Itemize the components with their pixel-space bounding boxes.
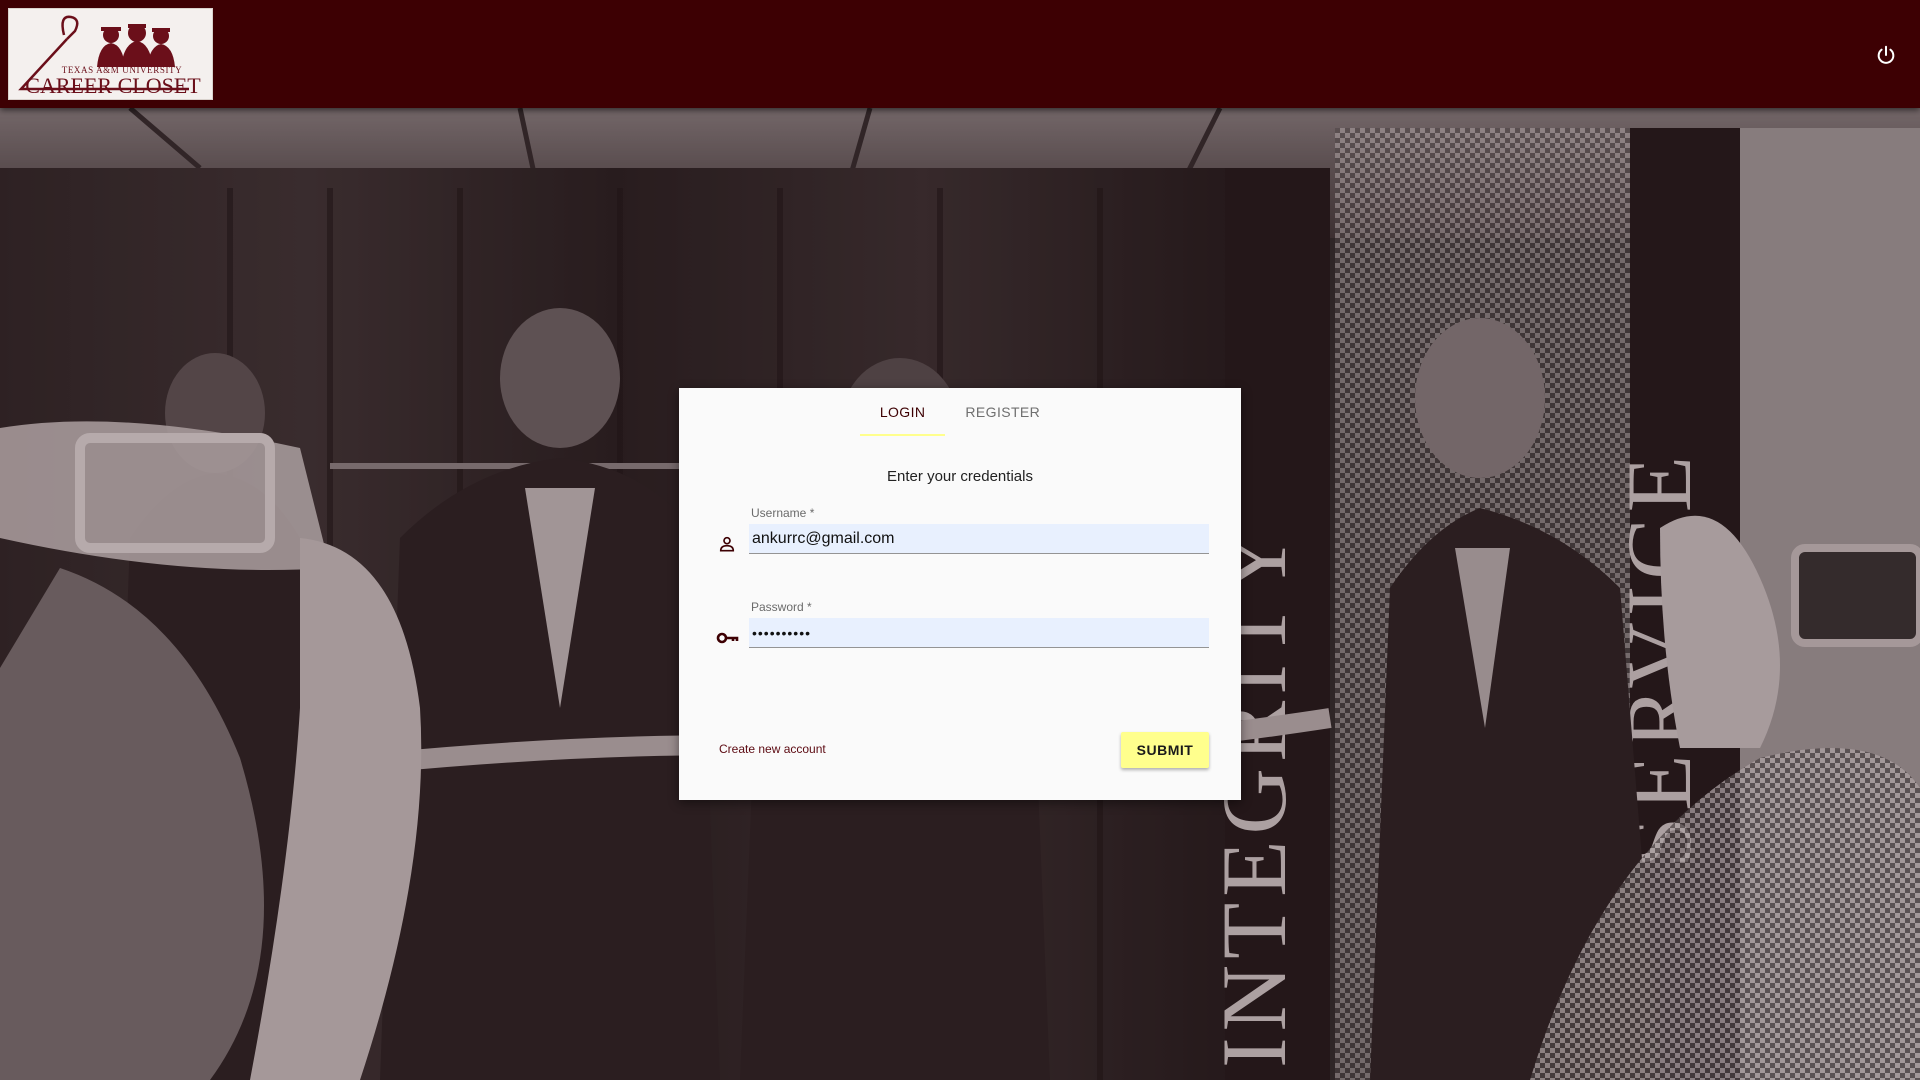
power-button[interactable]	[1871, 40, 1901, 70]
app-header: TEXAS A&M UNIVERSITY CAREER CLOSET	[0, 0, 1920, 108]
auth-tabs: LOGIN REGISTER	[679, 388, 1241, 436]
credentials-prompt: Enter your credentials	[887, 468, 1033, 485]
password-field: Password *	[713, 600, 1209, 654]
tab-login-label: LOGIN	[879, 404, 926, 420]
password-label: Password *	[751, 600, 812, 614]
username-field: Username *	[713, 506, 1209, 560]
create-account-link[interactable]: Create new account	[719, 742, 826, 756]
submit-button[interactable]: SUBMIT	[1121, 732, 1209, 768]
username-input-wrap	[749, 524, 1209, 554]
key-icon	[713, 624, 741, 652]
password-input-wrap	[749, 618, 1209, 648]
password-input[interactable]	[749, 618, 1209, 647]
username-label: Username *	[751, 506, 815, 520]
tab-login[interactable]: LOGIN	[859, 388, 946, 436]
career-closet-logo[interactable]: TEXAS A&M UNIVERSITY CAREER CLOSET	[8, 8, 213, 100]
tab-register-label: REGISTER	[965, 404, 1041, 420]
login-card: LOGIN REGISTER Enter your credentials Us…	[679, 388, 1241, 800]
logo-graphic: TEXAS A&M UNIVERSITY CAREER CLOSET	[18, 15, 201, 98]
person-icon	[713, 530, 741, 558]
logo-main-text: CAREER CLOSET	[25, 73, 201, 98]
power-icon	[1877, 45, 1895, 64]
username-input[interactable]	[749, 524, 1209, 553]
tab-register[interactable]: REGISTER	[945, 388, 1060, 436]
